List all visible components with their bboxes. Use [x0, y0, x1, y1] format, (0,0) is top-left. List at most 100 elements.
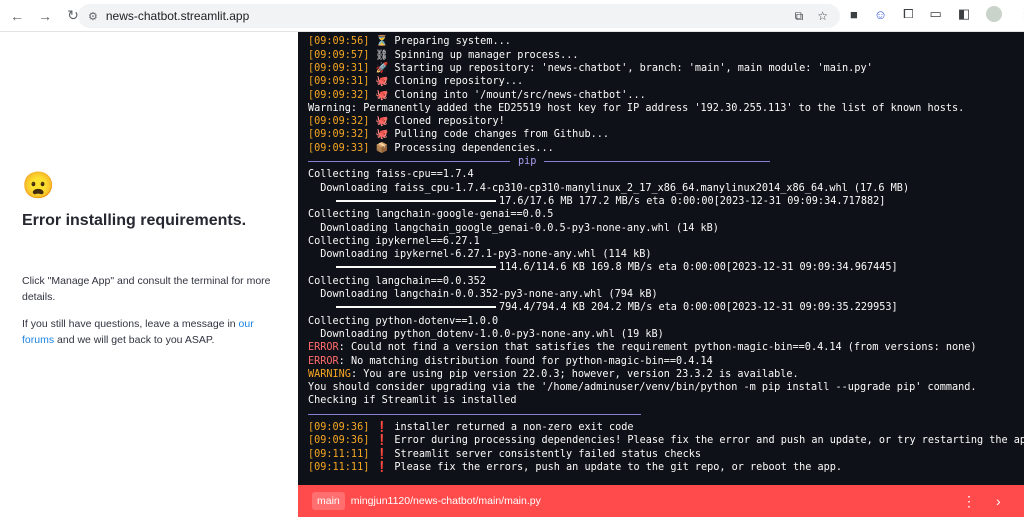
log-line: [09:11:11] ❗ Please fix the errors, push…	[308, 461, 1024, 474]
log-timestamp: [09:09:36]	[308, 435, 370, 447]
log-line: 17.6/17.6 MB 177.2 MB/s eta 0:00:00[2023…	[308, 195, 1024, 208]
log-line: Collecting langchain-google-genai==0.0.5	[308, 209, 554, 221]
manage-app-hint: Click "Manage App" and consult the termi…	[22, 275, 271, 303]
log-message: Preparing system...	[394, 36, 511, 48]
log-message: : No matching distribution found for pyt…	[338, 355, 713, 367]
log-level: ERROR	[308, 342, 339, 354]
download-progress-bar	[336, 266, 496, 269]
log-status-icon: 🐙	[375, 116, 389, 128]
log-status-icon: 🐙	[375, 129, 389, 141]
log-line: Warning: Permanently added the ED25519 h…	[308, 102, 965, 114]
forward-icon[interactable]: →	[34, 8, 56, 24]
log-message: : You are using pip version 22.0.3; howe…	[350, 368, 799, 380]
side-panel-icon[interactable]: ◧	[958, 6, 970, 22]
log-message: Streamlit server consistently failed sta…	[394, 448, 701, 460]
forum-hint-text: If you still have questions, leave a mes…	[22, 318, 239, 330]
address-bar[interactable]: ⚙ news-chatbot.streamlit.app ⧉ ☆	[78, 4, 840, 28]
log-line: [09:11:11] ❗ Streamlit server consistent…	[308, 448, 1024, 461]
extension-icon[interactable]: ■	[850, 7, 858, 22]
log-line: [09:09:56] ⏳ Preparing system...	[308, 35, 1024, 48]
site-info-icon[interactable]: ⚙	[88, 10, 98, 23]
cast-icon[interactable]: ▭	[930, 6, 942, 22]
log-line: ERROR: No matching distribution found fo…	[308, 355, 1024, 368]
log-status-icon: ❗	[375, 422, 389, 433]
divider-line	[308, 161, 510, 163]
log-status-icon: 📦	[375, 142, 389, 154]
divider-label: pip	[518, 156, 537, 168]
log-line: [09:09:32] 🐙 Cloned repository!	[308, 115, 1024, 128]
log-message: Cloned repository!	[394, 116, 505, 128]
log-line: Downloading python_dotenv-1.0.0-py3-none…	[308, 328, 664, 340]
log-line: 114.6/114.6 KB 169.8 MB/s eta 0:00:00[20…	[308, 261, 1024, 274]
log-status-icon: ⛓	[375, 49, 389, 61]
download-progress-bar	[336, 306, 496, 309]
log-message: Cloning repository...	[394, 76, 524, 88]
log-timestamp: [09:09:31]	[308, 62, 370, 74]
log-status-icon: 🚀	[375, 62, 389, 74]
log-message: Pulling code changes from Github...	[394, 129, 609, 141]
log-status-icon: ❗	[375, 448, 389, 460]
menu-icon[interactable]: ⋮	[1018, 6, 1024, 22]
log-level: WARNING	[308, 368, 351, 380]
error-title: Error installing requirements.	[22, 212, 247, 229]
divider-line	[308, 413, 641, 415]
log-line: [09:09:57] ⛓ Spinning up manager process…	[308, 49, 1024, 62]
branch-badge: main	[312, 492, 345, 510]
log-line: Collecting ipykernel==6.27.1	[308, 235, 480, 247]
forum-hint-text-end: and we will get back to you ASAP.	[54, 334, 215, 346]
log-status-icon: ❗	[375, 461, 389, 473]
app-footer-bar: main mingjun1120/news-chatbot/main/main.…	[298, 485, 1024, 517]
log-line: Collecting faiss-cpu==1.7.4	[308, 169, 474, 181]
log-status-icon: 🐙	[375, 76, 389, 88]
log-line: [09:09:32] 🐙 Pulling code changes from G…	[308, 128, 1024, 141]
log-line: Collecting python-dotenv==1.0.0	[308, 315, 499, 327]
log-message: Spinning up manager process...	[394, 49, 579, 61]
log-message: Please fix the errors, push an update to…	[394, 461, 843, 473]
log-line: Downloading langchain-0.0.352-py3-none-a…	[308, 289, 658, 301]
chevron-right-icon[interactable]: ›	[996, 493, 1001, 509]
profile-avatar[interactable]	[986, 6, 1003, 22]
terminal-log[interactable]: [09:09:56] ⏳ Preparing system... [09:09:5…	[298, 32, 1024, 485]
log-status-icon: ❗	[375, 435, 389, 447]
log-line: [09:09:31] 🚀 Starting up repository: 'ne…	[308, 62, 1024, 75]
log-message: installer returned a non-zero exit code	[394, 422, 634, 433]
log-line: [09:09:36] ❗ installer returned a non-ze…	[308, 421, 1024, 434]
log-line: [09:09:33] 📦 Processing dependencies...	[308, 142, 1024, 155]
log-timestamp: [09:09:32]	[308, 116, 370, 128]
section-divider	[308, 408, 1024, 421]
log-message: Cloning into '/mount/src/news-chatbot'..…	[394, 89, 646, 101]
log-line: WARNING: You are using pip version 22.0.…	[308, 368, 1024, 381]
extensions-puzzle-icon[interactable]: ⧠	[903, 6, 913, 22]
log-timestamp: [09:11:11]	[308, 461, 370, 473]
log-line: Checking if Streamlit is installed	[308, 395, 517, 407]
log-line: Downloading langchain_google_genai-0.0.5…	[308, 222, 719, 234]
back-icon[interactable]: ←	[6, 8, 28, 24]
download-progress-bar	[336, 199, 496, 202]
log-message: Starting up repository: 'news-chatbot', …	[394, 62, 873, 74]
log-timestamp: [09:11:11]	[308, 448, 370, 460]
progress-text: 114.6/114.6 KB 169.8 MB/s eta 0:00:00[20…	[499, 262, 898, 274]
log-line: ERROR: Could not find a version that sat…	[308, 341, 1024, 354]
log-level: ERROR	[308, 355, 339, 367]
browser-toolbar: ← → ↻ ⚙ news-chatbot.streamlit.app ⧉ ☆ ■…	[0, 0, 1024, 32]
log-timestamp: [09:09:32]	[308, 89, 370, 101]
log-line: [09:09:36] ❗ Error during processing dep…	[308, 434, 1024, 447]
log-status-icon: ⏳	[375, 36, 389, 48]
extension-bot-icon[interactable]: ☺	[874, 7, 887, 22]
log-timestamp: [09:09:32]	[308, 129, 370, 141]
install-app-icon[interactable]: ⧉	[795, 9, 804, 24]
frowning-face-icon: 😦	[22, 170, 55, 200]
log-line: Downloading ipykernel-6.27.1-py3-none-an…	[308, 249, 652, 261]
log-status-icon: 🐙	[375, 89, 389, 101]
bookmark-star-icon[interactable]: ☆	[817, 9, 828, 24]
log-line: Collecting langchain==0.0.352	[308, 275, 486, 287]
log-timestamp: [09:09:57]	[308, 49, 370, 61]
log-timestamp: [09:09:36]	[308, 422, 370, 433]
log-message: Error during processing dependencies! Pl…	[394, 435, 1024, 447]
repo-path[interactable]: mingjun1120/news-chatbot/main/main.py	[351, 495, 541, 507]
more-options-icon[interactable]: ⋮	[962, 493, 976, 510]
url-text[interactable]: news-chatbot.streamlit.app	[106, 9, 249, 23]
divider-line	[544, 161, 771, 163]
log-line: You should consider upgrading via the '/…	[308, 382, 977, 394]
log-message: : Could not find a version that satisfie…	[338, 342, 977, 354]
